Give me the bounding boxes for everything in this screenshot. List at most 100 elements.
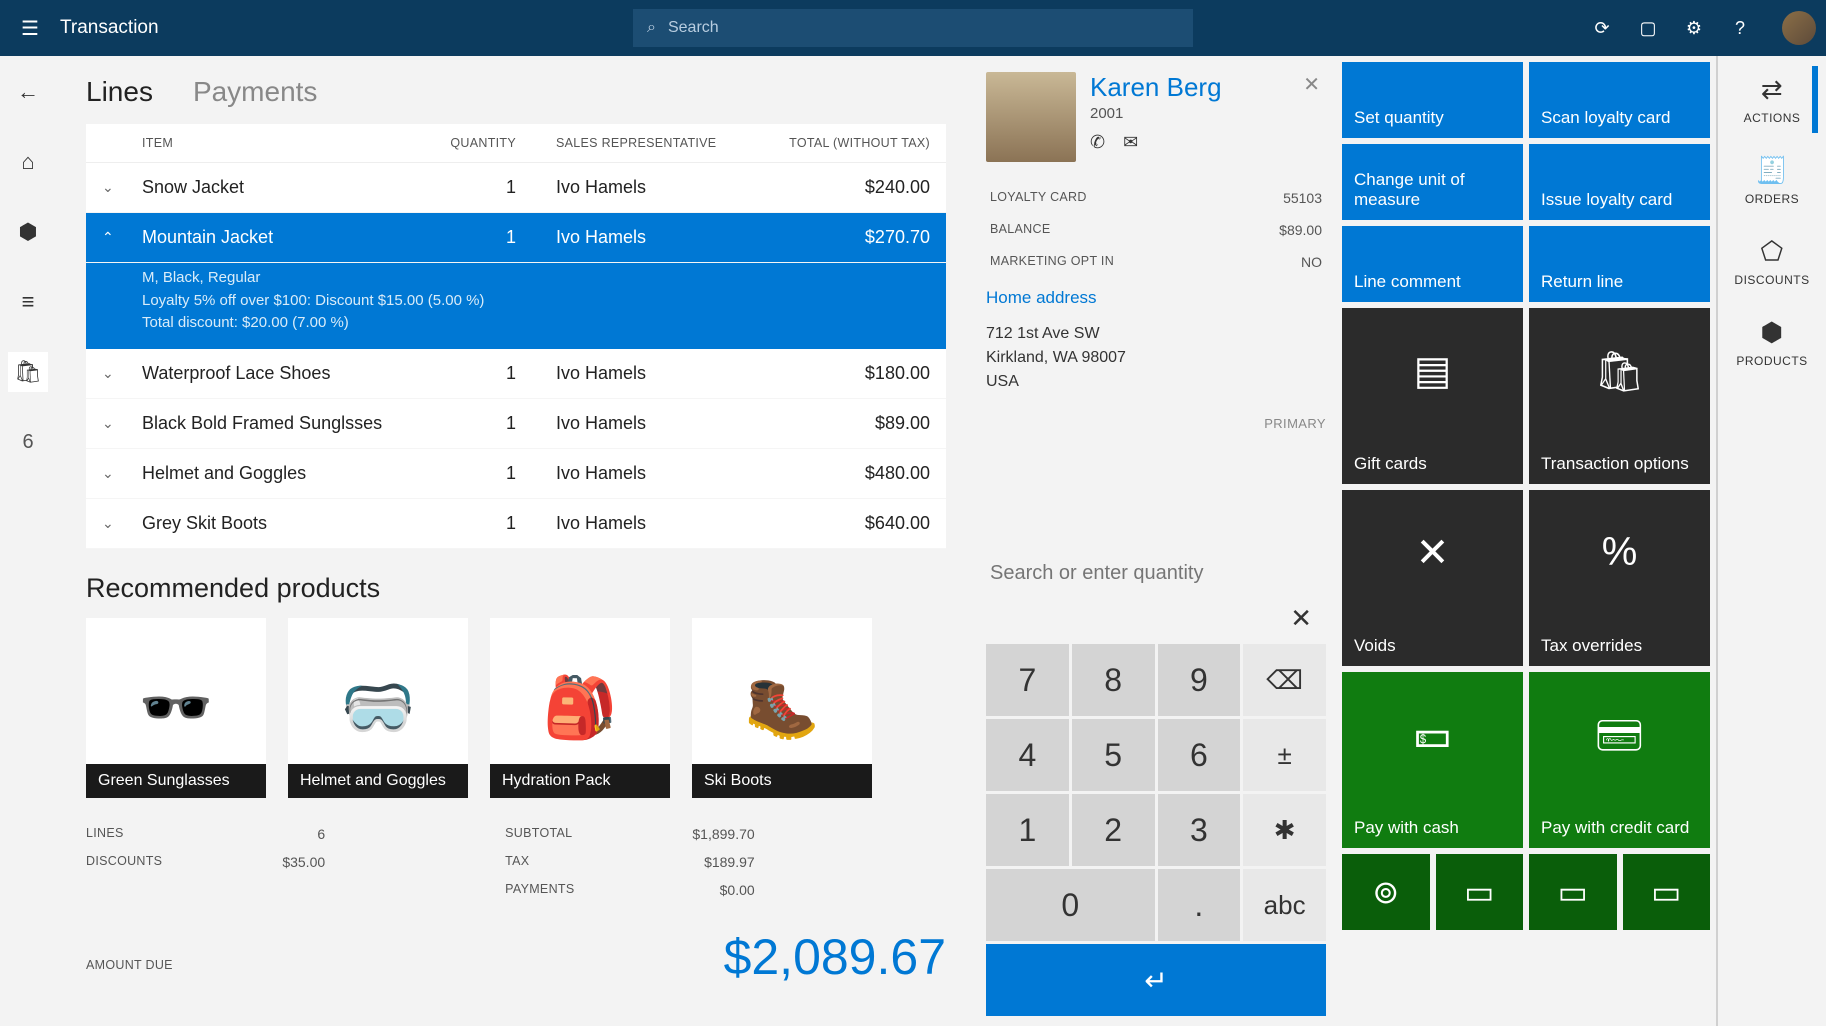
product-image: 🥾: [745, 672, 820, 743]
lines-column: Lines Payments ITEM QUANTITY SALES REPRE…: [56, 56, 976, 1026]
tile-pay-cash[interactable]: 💵︎ Pay with cash: [1342, 672, 1523, 848]
key-0[interactable]: 0: [986, 869, 1155, 941]
tab-lines[interactable]: Lines: [86, 76, 153, 108]
tile-return-line[interactable]: Return line: [1529, 226, 1710, 302]
key-plusminus[interactable]: ±: [1243, 719, 1326, 791]
key-backspace[interactable]: ⌫: [1243, 644, 1326, 716]
discounts-icon: ⬠: [1760, 236, 1783, 267]
tile-transaction-options[interactable]: 🛍︎ Transaction options: [1529, 308, 1710, 484]
customer-details: LOYALTY CARD55103 BALANCE$89.00 MARKETIN…: [986, 190, 1326, 270]
recommended-title: Recommended products: [86, 573, 946, 604]
tile-gift-cards[interactable]: ▤ Gift cards: [1342, 308, 1523, 484]
key-1[interactable]: 1: [986, 794, 1069, 866]
void-icon: ✕: [1416, 530, 1450, 576]
tile-set-quantity[interactable]: Set quantity: [1342, 62, 1523, 138]
main: Lines Payments ITEM QUANTITY SALES REPRE…: [56, 56, 1716, 1026]
table-header: ITEM QUANTITY SALES REPRESENTATIVE TOTAL…: [86, 124, 946, 163]
tile-pay-card[interactable]: 💳︎ Pay with credit card: [1529, 672, 1710, 848]
close-customer-button[interactable]: ✕: [1303, 72, 1320, 97]
keypad: 7 8 9 ⌫ 4 5 6 ± 1 2 3 ✱ 0 . abc ↵: [986, 644, 1326, 1016]
help-icon[interactable]: ?: [1726, 14, 1754, 42]
chevron-down-icon: ⌄: [102, 365, 142, 382]
tile-tax-overrides[interactable]: % Tax overrides: [1529, 490, 1710, 666]
reco-card[interactable]: 🎒 Hydration Pack: [490, 618, 670, 798]
tile-change-unit[interactable]: Change unit of measure: [1342, 144, 1523, 220]
refresh-icon[interactable]: ⟳: [1588, 14, 1616, 42]
rail-discounts[interactable]: ⬠ DISCOUNTS: [1734, 236, 1809, 287]
chevron-up-icon: ⌃: [102, 229, 142, 246]
key-star[interactable]: ✱: [1243, 794, 1326, 866]
amount-due: AMOUNT DUE $2,089.67: [86, 928, 946, 986]
key-abc[interactable]: abc: [1243, 869, 1326, 941]
customer-address: 712 1st Ave SW Kirkland, WA 98007 USA: [986, 322, 1326, 394]
home-icon[interactable]: ⌂: [8, 142, 48, 182]
table-row[interactable]: ⌄ Snow Jacket 1 Ivo Hamels $240.00: [86, 163, 946, 213]
cash-icon: 💵︎: [1415, 712, 1451, 757]
back-button[interactable]: ←: [8, 72, 48, 112]
products-icon: ⬢: [1760, 317, 1783, 348]
inventory-icon[interactable]: ⬢: [8, 212, 48, 252]
key-3[interactable]: 3: [1158, 794, 1241, 866]
messages-icon[interactable]: ▢: [1634, 14, 1662, 42]
global-search[interactable]: ⌕ Search: [633, 9, 1193, 47]
tile-id-icon[interactable]: ▭: [1623, 854, 1711, 930]
customer-column: Karen Berg 2001 ✆ ✉ ✕ LOYALTY CARD55103 …: [976, 56, 1336, 1026]
recommended-row: 🕶️ Green Sunglasses 🥽 Helmet and Goggles…: [86, 618, 946, 798]
tab-payments[interactable]: Payments: [193, 76, 318, 108]
page-title: Transaction: [60, 17, 159, 39]
key-dot[interactable]: .: [1158, 869, 1241, 941]
totals: LINES6 DISCOUNTS$35.00 SUBTOTAL$1,899.70…: [86, 826, 946, 898]
tile-currency-icon[interactable]: ⊚: [1342, 854, 1430, 930]
key-7[interactable]: 7: [986, 644, 1069, 716]
key-6[interactable]: 6: [1158, 719, 1241, 791]
search-quantity-input[interactable]: [986, 548, 1326, 593]
key-9[interactable]: 9: [1158, 644, 1241, 716]
topbar-right: ⟳ ▢ ⚙ ?: [1588, 11, 1816, 45]
reco-card[interactable]: 🥾 Ski Boots: [692, 618, 872, 798]
rail-products[interactable]: ⬢ PRODUCTS: [1736, 317, 1807, 368]
tile-scan-loyalty[interactable]: Scan loyalty card: [1529, 62, 1710, 138]
orders-icon: 🧾: [1756, 155, 1789, 186]
tile-voids[interactable]: ✕ Voids: [1342, 490, 1523, 666]
table-row[interactable]: ⌄ Helmet and Goggles 1 Ivo Hamels $480.0…: [86, 449, 946, 499]
settings-icon[interactable]: ⚙: [1680, 14, 1708, 42]
phone-icon[interactable]: ✆: [1090, 132, 1105, 153]
tile-card2-icon[interactable]: ▭: [1436, 854, 1524, 930]
keypad-clear-button[interactable]: ✕: [986, 593, 1326, 644]
tabs: Lines Payments: [86, 76, 946, 108]
table-row[interactable]: ⌄ Grey Skit Boots 1 Ivo Hamels $640.00: [86, 499, 946, 549]
right-rail: ⇄ ACTIONS 🧾 ORDERS ⬠ DISCOUNTS ⬢ PRODUCT…: [1716, 56, 1826, 1026]
rail-orders[interactable]: 🧾 ORDERS: [1745, 155, 1799, 206]
key-2[interactable]: 2: [1072, 794, 1155, 866]
key-4[interactable]: 4: [986, 719, 1069, 791]
keypad-section: ✕ 7 8 9 ⌫ 4 5 6 ± 1 2 3 ✱ 0 . abc ↵: [986, 548, 1326, 1016]
key-enter[interactable]: ↵: [986, 944, 1326, 1016]
table-row[interactable]: ⌄ Waterproof Lace Shoes 1 Ivo Hamels $18…: [86, 349, 946, 399]
product-image: 🕶️: [139, 672, 214, 743]
key-5[interactable]: 5: [1072, 719, 1155, 791]
reco-card[interactable]: 🥽 Helmet and Goggles: [288, 618, 468, 798]
chevron-down-icon: ⌄: [102, 515, 142, 532]
customer-name-link[interactable]: Karen Berg: [1090, 72, 1222, 103]
mail-icon[interactable]: ✉: [1123, 132, 1138, 153]
home-address-link[interactable]: Home address: [986, 288, 1326, 308]
tile-line-comment[interactable]: Line comment: [1342, 226, 1523, 302]
list-icon[interactable]: ≡: [8, 282, 48, 322]
bag-icon[interactable]: 🛍︎: [8, 352, 48, 392]
tile-giftcard2-icon[interactable]: ▭: [1529, 854, 1617, 930]
rail-actions[interactable]: ⇄ ACTIONS: [1744, 74, 1801, 125]
line-items-table: ITEM QUANTITY SALES REPRESENTATIVE TOTAL…: [86, 124, 946, 549]
tile-issue-loyalty[interactable]: Issue loyalty card: [1529, 144, 1710, 220]
customer-photo: [986, 72, 1076, 162]
menu-button[interactable]: ☰: [10, 8, 50, 48]
actions-icon: ⇄: [1761, 74, 1783, 105]
table-row[interactable]: ⌄ Black Bold Framed Sunglsses 1 Ivo Hame…: [86, 399, 946, 449]
user-avatar[interactable]: [1782, 11, 1816, 45]
reco-card[interactable]: 🕶️ Green Sunglasses: [86, 618, 266, 798]
tax-icon: %: [1602, 530, 1638, 575]
table-row-selected[interactable]: ⌃ Mountain Jacket 1 Ivo Hamels $270.70: [86, 213, 946, 263]
chevron-down-icon: ⌄: [102, 415, 142, 432]
card-icon: 💳︎: [1594, 712, 1645, 759]
key-8[interactable]: 8: [1072, 644, 1155, 716]
item-count: 6: [8, 422, 48, 462]
